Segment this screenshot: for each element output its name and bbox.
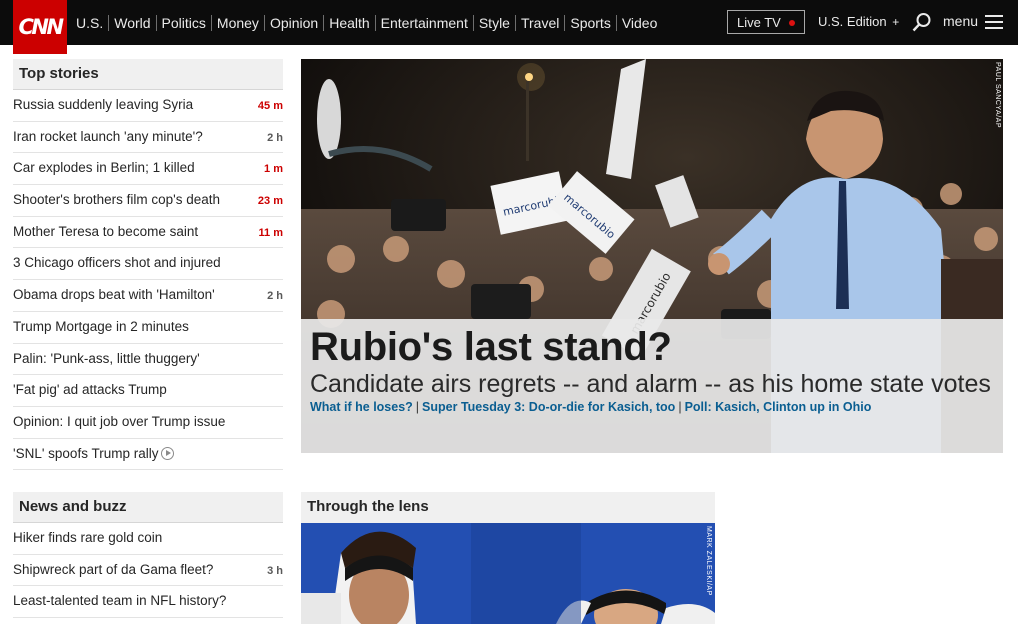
related-link-super-tuesday[interactable]: Super Tuesday 3: Do-or-die for Kasich, t… <box>422 400 675 414</box>
story-row[interactable]: Shipwreck part of da Gama fleet? 3 h <box>13 555 283 587</box>
story-row[interactable]: Palin: 'Punk-ass, little thuggery' <box>13 344 283 376</box>
section-nav: U.S. World Politics Money Opinion Health Enter… <box>76 0 662 45</box>
edition-selector[interactable]: U.S. Edition + <box>818 14 899 29</box>
hero-description[interactable]: Candidate airs regrets -- and alarm -- a… <box>310 370 994 398</box>
story-headline[interactable]: 'Fat pig' ad attacks Trump <box>13 382 167 397</box>
story-headline[interactable]: Trump Mortgage in 2 minutes <box>13 319 189 334</box>
live-tv-label: Live TV <box>737 14 781 30</box>
story-row[interactable]: 'SNL' spoofs Trump rally <box>13 439 283 471</box>
story-row[interactable]: Iran rocket launch 'any minute'? 2 h <box>13 122 283 154</box>
hero-story[interactable]: marcorubio marcorubio marcorubio PAUL SA… <box>301 59 1003 453</box>
hero-headline[interactable]: Rubio's last stand? <box>310 325 994 369</box>
nav-item-money[interactable]: Money <box>210 14 264 31</box>
story-row[interactable]: Shooter's brothers film cop's death 23 m <box>13 185 283 217</box>
news-buzz-header: News and buzz <box>13 492 283 523</box>
story-headline[interactable]: 'SNL' spoofs Trump rally <box>13 446 175 461</box>
story-headline[interactable]: 3 Chicago officers shot and injured <box>13 255 221 270</box>
story-row[interactable]: 'Fat pig' ad attacks Trump <box>13 375 283 407</box>
top-stories-title: Top stories <box>19 65 99 82</box>
story-timestamp: 11 m <box>258 226 283 239</box>
story-timestamp: 2 h <box>267 290 283 303</box>
story-row[interactable]: Car explodes in Berlin; 1 killed 1 m <box>13 153 283 186</box>
story-headline[interactable]: Car explodes in Berlin; 1 killed <box>13 160 195 175</box>
tennis-players-photo <box>301 523 715 624</box>
related-link-poll[interactable]: Poll: Kasich, Clinton up in Ohio <box>685 400 872 414</box>
story-headline[interactable]: Iran rocket launch 'any minute'? <box>13 129 203 144</box>
live-indicator-icon <box>789 20 795 26</box>
story-row[interactable]: Obama drops beat with 'Hamilton' 2 h <box>13 280 283 312</box>
through-the-lens-title: Through the lens <box>307 498 429 515</box>
hero-caption: Rubio's last stand? Candidate airs regre… <box>301 319 1003 453</box>
video-play-icon[interactable] <box>161 446 175 460</box>
story-headline[interactable]: Shipwreck part of da Gama fleet? <box>13 562 213 577</box>
story-headline[interactable]: Obama drops beat with 'Hamilton' <box>13 287 215 302</box>
hero-photo-credit: PAUL SANCYA/AP <box>994 62 1001 129</box>
news-buzz-title: News and buzz <box>19 498 127 515</box>
cnn-logo-text: CNN <box>18 15 64 39</box>
story-timestamp: 45 m <box>257 100 283 112</box>
story-headline[interactable]: Palin: 'Punk-ass, little thuggery' <box>13 351 200 366</box>
edition-label: U.S. Edition <box>818 14 887 29</box>
lens-photo-credit: MARK ZALESKI/AP <box>705 526 712 596</box>
through-the-lens-header: Through the lens <box>301 492 715 523</box>
story-headline[interactable]: Hiker finds rare gold coin <box>13 530 162 545</box>
nav-item-travel[interactable]: Travel <box>514 14 564 31</box>
nav-item-video[interactable]: Video <box>615 14 663 31</box>
top-stories-header: Top stories <box>13 59 283 90</box>
hero-related-links: What if he loses? | Super Tuesday 3: Do-or… <box>310 400 872 414</box>
story-timestamp: 2 h <box>267 131 283 144</box>
story-headline[interactable]: Opinion: I quit job over Trump issue <box>13 414 225 429</box>
search-icon[interactable] <box>912 12 932 32</box>
story-row[interactable]: Mother Teresa to become saint 11 m <box>13 217 283 249</box>
story-headline[interactable]: Russia suddenly leaving Syria <box>13 97 193 112</box>
story-headline[interactable]: Least-talented team in NFL history? <box>13 593 226 608</box>
nav-item-style[interactable]: Style <box>472 14 515 31</box>
story-row[interactable]: 3 Chicago officers shot and injured <box>13 248 283 281</box>
top-navigation-bar: U.S. World Politics Money Opinion Health Enter… <box>0 0 1018 45</box>
story-row[interactable]: Hiker finds rare gold coin <box>13 523 283 555</box>
related-link-what-if[interactable]: What if he loses? <box>310 400 413 414</box>
live-tv-button[interactable]: Live TV <box>727 10 805 34</box>
story-row[interactable]: Trump Mortgage in 2 minutes <box>13 312 283 344</box>
nav-item-health[interactable]: Health <box>323 14 374 31</box>
edition-plus-icon: + <box>892 15 900 29</box>
story-headline[interactable]: Shooter's brothers film cop's death <box>13 192 220 207</box>
story-headline[interactable]: Mother Teresa to become saint <box>13 224 198 239</box>
story-timestamp: 1 m <box>264 163 283 176</box>
story-timestamp: 3 h <box>267 564 283 577</box>
news-buzz-list: Hiker finds rare gold coin Shipwreck part… <box>13 523 283 619</box>
story-row[interactable]: Least-talented team in NFL history? <box>13 586 283 619</box>
nav-item-entertainment[interactable]: Entertainment <box>374 14 473 31</box>
nav-item-us[interactable]: U.S. <box>76 15 108 31</box>
nav-item-world[interactable]: World <box>108 14 155 31</box>
cnn-logo[interactable]: CNN <box>13 0 67 54</box>
nav-item-sports[interactable]: Sports <box>564 14 615 31</box>
top-stories-list: Russia suddenly leaving Syria 45 m Iran ro… <box>13 90 283 471</box>
story-row[interactable]: Russia suddenly leaving Syria 45 m <box>13 90 283 122</box>
nav-item-opinion[interactable]: Opinion <box>263 14 323 31</box>
story-row[interactable]: Opinion: I quit job over Trump issue <box>13 407 283 439</box>
through-the-lens-photo[interactable]: MARK ZALESKI/AP <box>301 523 715 624</box>
story-timestamp: 23 m <box>257 195 283 208</box>
nav-item-politics[interactable]: Politics <box>155 14 211 31</box>
menu-label[interactable]: menu <box>943 13 978 29</box>
hamburger-menu-icon[interactable] <box>985 15 1003 29</box>
